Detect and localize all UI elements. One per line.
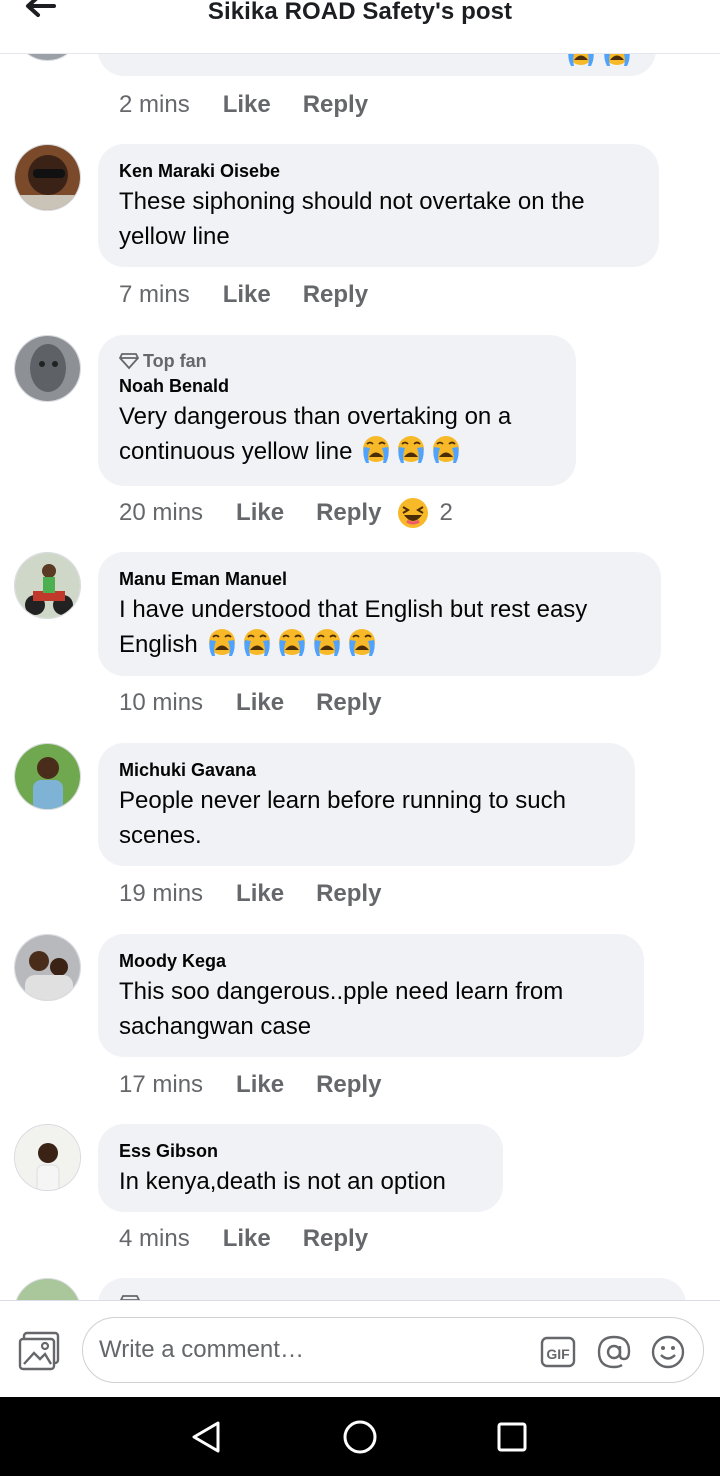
emoji-button[interactable] <box>650 1334 686 1370</box>
square-recent-icon <box>497 1422 527 1452</box>
comment-text: This soo dangerous..pple need learn from <box>119 978 564 1005</box>
comment-input-box[interactable]: GIF <box>82 1317 704 1383</box>
crying-face-icon <box>565 54 597 68</box>
comment-text: continuous yellow line <box>119 434 555 469</box>
avatar[interactable] <box>14 144 81 211</box>
comment-author[interactable]: Michuki Gavana <box>119 757 614 783</box>
comment-bubble[interactable] <box>98 54 656 76</box>
at-sign-icon <box>597 1335 631 1369</box>
circle-home-icon <box>343 1420 377 1454</box>
comment-bubble[interactable]: Manu Eman Manuel I have understood that … <box>98 552 661 676</box>
crying-face-icon <box>430 435 462 465</box>
nav-home-button[interactable] <box>340 1417 380 1457</box>
comment-meta: 17 mins Like Reply <box>119 1070 381 1100</box>
comment-meta: 7 mins Like Reply <box>119 280 368 310</box>
comment-author[interactable]: Ess Gibson <box>119 1138 482 1164</box>
comment-input[interactable] <box>99 1332 519 1368</box>
comment-author[interactable]: Moody Kega <box>119 948 623 974</box>
crying-face-icon <box>601 54 633 68</box>
comment-meta: 2 mins Like Reply <box>119 90 368 120</box>
comment-time[interactable]: 17 mins <box>119 1071 203 1099</box>
crying-face-icon <box>346 628 378 658</box>
reply-button[interactable]: Reply <box>316 880 381 908</box>
smiley-icon <box>651 1335 685 1369</box>
comment-bubble[interactable]: Ken Maraki Oisebe These siphoning should… <box>98 144 659 267</box>
comment-bubble[interactable] <box>98 1278 686 1300</box>
comment-text: These siphoning should not overtake on t… <box>119 188 585 215</box>
page-title: Sikika ROAD Safety's post <box>207 0 513 25</box>
avatar[interactable] <box>14 934 81 1001</box>
photo-button[interactable] <box>18 1331 62 1371</box>
reply-button[interactable]: Reply <box>303 1225 368 1253</box>
top-fan-label: Top fan <box>143 351 207 371</box>
like-button[interactable]: Like <box>236 499 284 527</box>
comment-text: sachangwan case <box>119 1013 312 1040</box>
comment-text: yellow line <box>119 223 230 250</box>
comment-text: People never learn before running to suc… <box>119 787 566 814</box>
gif-icon: GIF <box>540 1336 576 1368</box>
crying-face-icon <box>395 435 427 465</box>
mention-button[interactable] <box>596 1334 632 1370</box>
reply-button[interactable]: Reply <box>316 1071 381 1099</box>
comment-meta: 10 mins Like Reply <box>119 688 381 718</box>
comment-text: I have understood that English but rest … <box>119 596 588 623</box>
like-button[interactable]: Like <box>223 1225 271 1253</box>
comment-meta: 20 mins Like Reply 2 <box>119 498 453 528</box>
comment-time[interactable]: 19 mins <box>119 880 203 908</box>
comment-time[interactable]: 20 mins <box>119 499 203 527</box>
avatar[interactable] <box>14 552 81 619</box>
triangle-back-icon <box>192 1421 220 1453</box>
avatar[interactable] <box>14 54 81 61</box>
comment-text: Very dangerous than overtaking on a <box>119 403 512 430</box>
comment-text: In kenya,death is not an option <box>119 1168 446 1195</box>
comment-composer: GIF <box>0 1300 720 1397</box>
laughing-face-icon <box>397 497 429 529</box>
diamond-icon <box>119 353 139 370</box>
reaction-count: 2 <box>439 499 453 526</box>
like-button[interactable]: Like <box>223 281 271 309</box>
comment-bubble[interactable]: Ess Gibson In kenya,death is not an opti… <box>98 1124 503 1212</box>
crying-face-icon <box>276 628 308 658</box>
like-button[interactable]: Like <box>223 91 271 119</box>
comment-bubble[interactable]: Top fan Noah Benald Very dangerous than … <box>98 335 576 486</box>
top-fan-badge: Top fan <box>119 349 555 373</box>
comment-text: scenes. <box>119 822 202 849</box>
avatar[interactable] <box>14 335 81 402</box>
avatar[interactable] <box>14 743 81 810</box>
comment-meta: 4 mins Like Reply <box>119 1224 368 1254</box>
comment-time[interactable]: 2 mins <box>119 91 190 119</box>
like-button[interactable]: Like <box>236 689 284 717</box>
comment-author[interactable]: Manu Eman Manuel <box>119 566 640 592</box>
nav-recent-button[interactable] <box>492 1417 532 1457</box>
comment-time[interactable]: 7 mins <box>119 281 190 309</box>
avatar[interactable] <box>14 1278 81 1300</box>
comment-bubble[interactable]: Moody Kega This soo dangerous..pple need… <box>98 934 644 1057</box>
comment-meta: 19 mins Like Reply <box>119 879 381 909</box>
crying-face-icon <box>360 435 392 465</box>
comment-author[interactable]: Ken Maraki Oisebe <box>119 158 638 184</box>
comment-time[interactable]: 4 mins <box>119 1225 190 1253</box>
reaction-summary[interactable]: 2 <box>397 497 453 529</box>
gif-button[interactable]: GIF <box>540 1334 576 1370</box>
reply-button[interactable]: Reply <box>303 91 368 119</box>
svg-text:GIF: GIF <box>546 1346 570 1362</box>
reply-button[interactable]: Reply <box>316 689 381 717</box>
comment-time[interactable]: 10 mins <box>119 689 203 717</box>
crying-face-icon <box>206 628 238 658</box>
comments-feed[interactable]: 2 mins Like Reply Ken Maraki Oisebe Thes… <box>0 54 720 1300</box>
post-header: Sikika ROAD Safety's post <box>0 0 720 54</box>
comment-bubble[interactable]: Michuki Gavana People never learn before… <box>98 743 635 866</box>
like-button[interactable]: Like <box>236 880 284 908</box>
photo-icon <box>18 1331 60 1371</box>
system-navigation-bar <box>0 1397 720 1476</box>
reply-button[interactable]: Reply <box>303 281 368 309</box>
nav-back-button[interactable] <box>186 1417 226 1457</box>
like-button[interactable]: Like <box>236 1071 284 1099</box>
comment-author[interactable]: Noah Benald <box>119 373 555 399</box>
comment-text: English <box>119 627 640 662</box>
crying-face-icon <box>311 628 343 658</box>
avatar[interactable] <box>14 1124 81 1191</box>
reply-button[interactable]: Reply <box>316 499 381 527</box>
crying-face-icon <box>241 628 273 658</box>
